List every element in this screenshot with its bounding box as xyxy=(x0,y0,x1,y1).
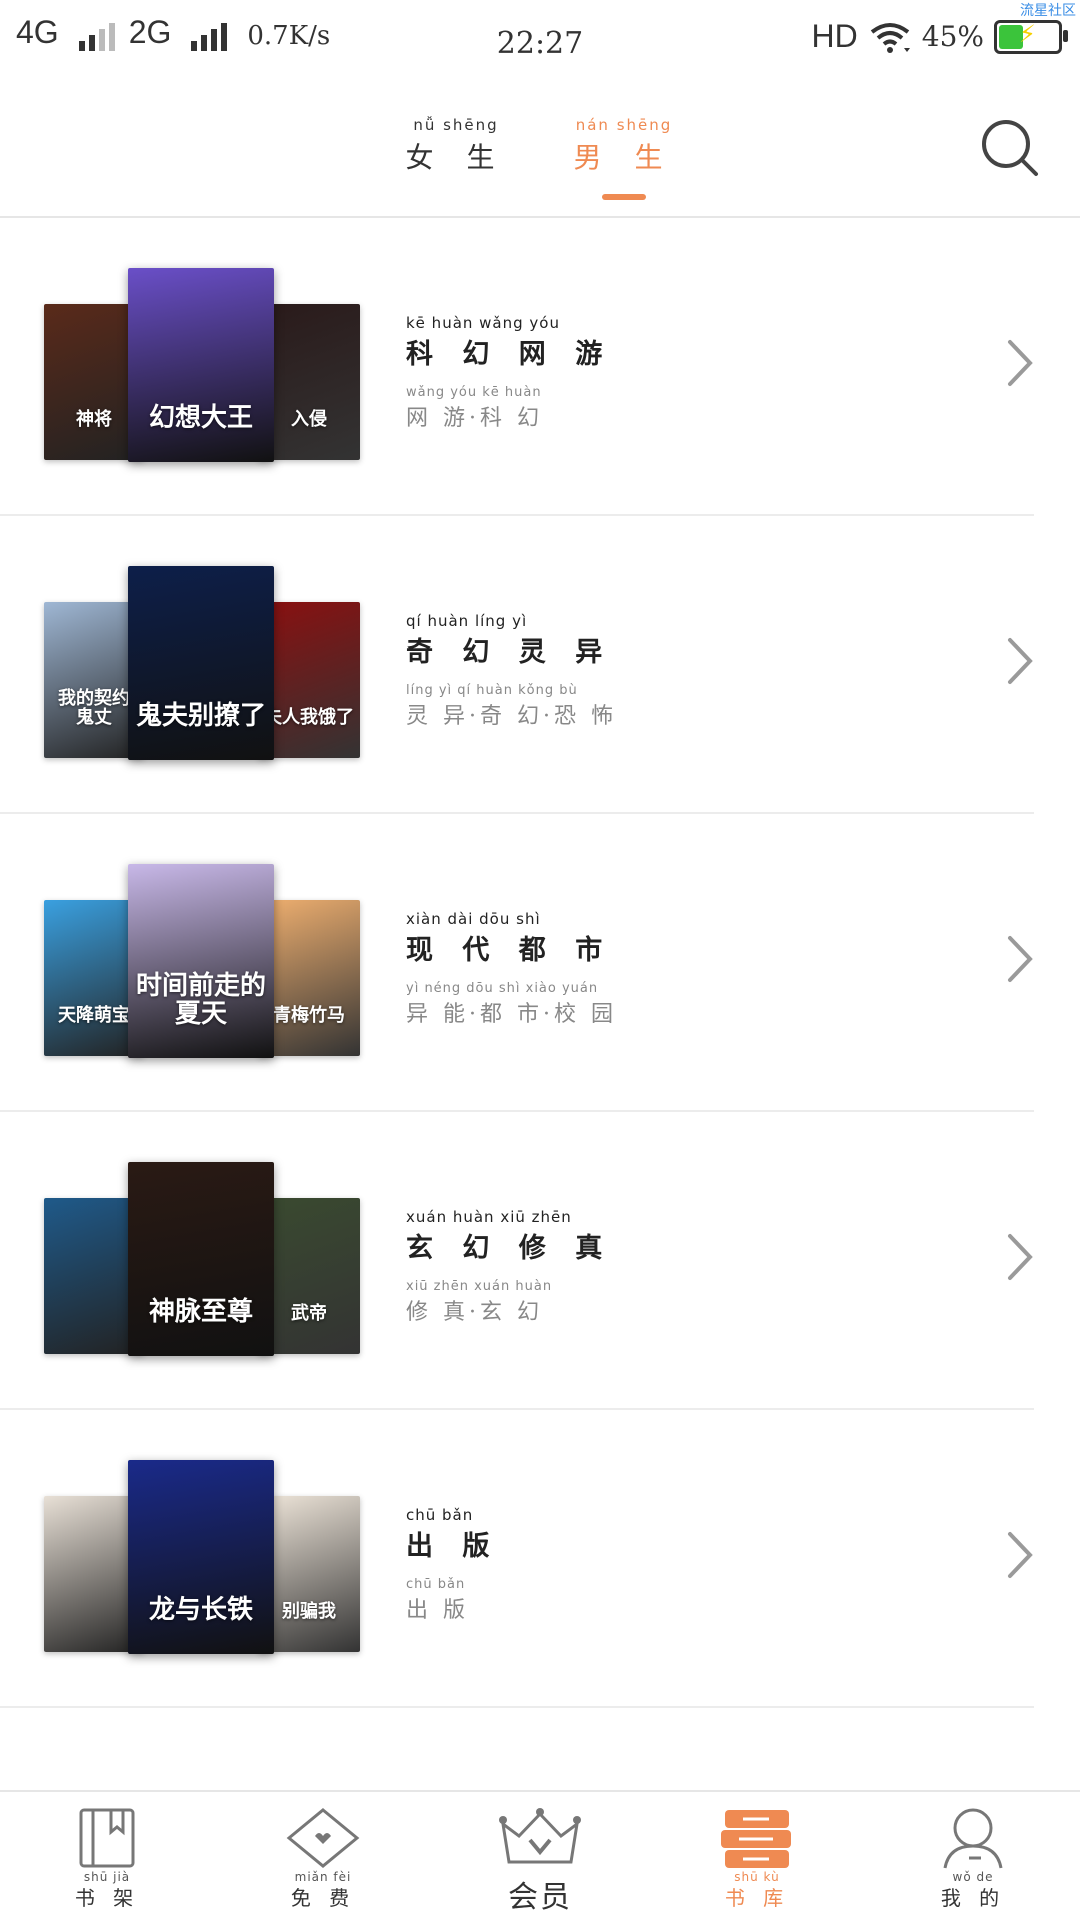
cover-title: 武帝 xyxy=(291,1303,327,1325)
category-subtitle-pinyin: líng yì qí huàn kǒng bù xyxy=(406,683,578,698)
crown-icon xyxy=(499,1808,581,1864)
battery-percent: 45% xyxy=(921,20,984,53)
category-title-pinyin: xuán huàn xiū zhēn xyxy=(406,1208,572,1226)
category-subtitle: 网 游·科 幻 xyxy=(406,406,543,431)
cover-title: 神将 xyxy=(76,409,112,431)
nav-library[interactable]: shū kù 书 库 xyxy=(682,1806,832,1911)
book-cover-main: 鬼夫别撩了 xyxy=(128,566,274,760)
category-info: chū bǎn 出 版 chū bǎn 出 版 xyxy=(406,1506,499,1624)
tab-pinyin: nán shēng xyxy=(575,116,673,134)
user-profile-icon xyxy=(943,1808,1003,1869)
book-cover-main: 时间前走的夏天 xyxy=(128,864,274,1058)
library-books-icon xyxy=(721,1810,791,1868)
category-row[interactable]: 我的契约鬼丈 鬼夫别撩了 夫人我饿了 qí huàn líng yì 奇 幻 灵… xyxy=(0,516,1034,814)
tab-male[interactable]: nán shēng 男 生 xyxy=(554,116,694,200)
category-subtitle: 修 真·玄 幻 xyxy=(406,1300,543,1325)
category-title: 现 代 都 市 xyxy=(406,935,613,966)
category-subtitle-pinyin: yì néng dōu shì xiào yuán xyxy=(406,981,599,996)
chevron-right-icon[interactable] xyxy=(1006,636,1034,686)
book-covers: 神将 幻想大王 入侵 xyxy=(44,268,360,462)
nav-label: 我 的 xyxy=(940,1886,1006,1910)
category-subtitle-pinyin: chū bǎn xyxy=(406,1577,466,1592)
category-row[interactable]: 龙与长铁 别骗我 chū bǎn 出 版 chū bǎn 出 版 xyxy=(0,1410,1034,1708)
category-row[interactable]: 神脉至尊 武帝 xuán huàn xiū zhēn 玄 幻 修 真 xiū z… xyxy=(0,1112,1034,1410)
category-title: 玄 幻 修 真 xyxy=(406,1233,613,1264)
cover-title: 龙与长铁 xyxy=(148,1594,253,1625)
category-subtitle: 灵 异·奇 幻·恐 怖 xyxy=(406,704,617,729)
category-title: 科 幻 网 游 xyxy=(406,339,613,370)
tab-label: 女 生 xyxy=(405,141,507,174)
book-covers: 神脉至尊 武帝 xyxy=(44,1162,360,1356)
cover-title: 我的契约鬼丈 xyxy=(58,688,130,729)
category-subtitle: 出 版 xyxy=(406,1598,469,1623)
wifi-icon xyxy=(870,22,910,53)
category-info: xiàn dài dōu shì 现 代 都 市 yì néng dōu shì… xyxy=(406,910,617,1028)
active-tab-indicator xyxy=(602,194,646,200)
hd-label: HD xyxy=(811,18,858,54)
nav-label: 会员 xyxy=(508,1880,572,1915)
cover-title: 时间前走的夏天 xyxy=(135,971,266,1029)
book-cover-main: 龙与长铁 xyxy=(128,1460,274,1654)
category-title: 出 版 xyxy=(406,1531,500,1562)
nav-profile[interactable]: wǒ de 我 的 xyxy=(898,1806,1048,1911)
category-title: 奇 幻 灵 异 xyxy=(406,637,613,668)
category-subtitle-pinyin: xiū zhēn xuán huàn xyxy=(406,1279,553,1294)
book-covers: 我的契约鬼丈 鬼夫别撩了 夫人我饿了 xyxy=(44,566,360,760)
category-title-pinyin: xiàn dài dōu shì xyxy=(406,910,541,928)
nav-label: 免 费 xyxy=(290,1886,356,1910)
tab-female[interactable]: nǚ shēng 女 生 xyxy=(386,116,526,176)
chevron-right-icon[interactable] xyxy=(1006,1232,1034,1282)
nav-free[interactable]: miǎn fèi 免 费 xyxy=(248,1806,398,1911)
book-covers: 龙与长铁 别骗我 xyxy=(44,1460,360,1654)
status-right: HD 45% ⚡ xyxy=(811,18,1068,55)
category-subtitle: 异 能·都 市·校 园 xyxy=(406,1002,617,1027)
cover-title: 青梅竹马 xyxy=(273,1005,345,1027)
cover-title: 神脉至尊 xyxy=(148,1296,253,1327)
nav-vip[interactable]: 会员 xyxy=(465,1806,615,1916)
book-cover-main: 神脉至尊 xyxy=(128,1162,274,1356)
cover-title: 别骗我 xyxy=(282,1601,336,1623)
nav-bookshelf[interactable]: shū jià 书 架 xyxy=(32,1806,182,1911)
status-bar: 4G 2G 0.7K/s 22:27 HD 45% ⚡ 流星社区 xyxy=(0,0,1080,90)
cover-title: 幻想大王 xyxy=(148,402,253,433)
chevron-right-icon[interactable] xyxy=(1006,1530,1034,1580)
free-ticket-icon xyxy=(286,1808,360,1868)
category-title-pinyin: qí huàn líng yì xyxy=(406,612,528,630)
bottom-navigation: shū jià 书 架 miǎn fèi 免 费 会员 shū kù 书 库 w… xyxy=(0,1790,1080,1922)
watermark: 流星社区 xyxy=(1020,3,1076,19)
book-covers: 天降萌宝 时间前走的夏天 青梅竹马 xyxy=(44,864,360,1058)
tab-label: 男 生 xyxy=(573,141,675,174)
category-title-pinyin: kē huàn wǎng yóu xyxy=(406,314,560,332)
tab-pinyin: nǚ shēng xyxy=(413,116,499,134)
category-info: qí huàn líng yì 奇 幻 灵 异 líng yì qí huàn … xyxy=(406,612,617,730)
category-row[interactable]: 天降萌宝 时间前走的夏天 青梅竹马 xiàn dài dōu shì 现 代 都… xyxy=(0,814,1034,1112)
battery-icon: ⚡ xyxy=(994,19,1068,54)
cover-title: 夫人我饿了 xyxy=(264,707,354,729)
cover-title: 鬼夫别撩了 xyxy=(135,700,266,731)
category-subtitle-pinyin: wǎng yóu kē huàn xyxy=(406,385,542,400)
category-info: xuán huàn xiū zhēn 玄 幻 修 真 xiū zhēn xuán… xyxy=(406,1208,612,1326)
nav-label: 书 架 xyxy=(74,1886,140,1910)
category-info: kē huàn wǎng yóu 科 幻 网 游 wǎng yóu kē huà… xyxy=(406,314,612,432)
chevron-right-icon[interactable] xyxy=(1006,338,1034,388)
bookshelf-icon xyxy=(79,1808,135,1868)
top-navigation: nǚ shēng 女 生 nán shēng 男 生 xyxy=(0,90,1080,218)
category-row[interactable]: 神将 幻想大王 入侵 kē huàn wǎng yóu 科 幻 网 游 wǎng… xyxy=(0,218,1034,516)
chevron-right-icon[interactable] xyxy=(1006,934,1034,984)
charging-bolt-icon: ⚡ xyxy=(1019,19,1036,48)
cover-title: 天降萌宝 xyxy=(58,1005,130,1027)
book-cover-main: 幻想大王 xyxy=(128,268,274,462)
search-icon[interactable] xyxy=(980,118,1040,178)
category-list: 神将 幻想大王 入侵 kē huàn wǎng yóu 科 幻 网 游 wǎng… xyxy=(0,218,1080,1708)
cover-title: 入侵 xyxy=(291,409,327,431)
category-title-pinyin: chū bǎn xyxy=(406,1506,474,1524)
nav-label: 书 库 xyxy=(724,1886,790,1910)
